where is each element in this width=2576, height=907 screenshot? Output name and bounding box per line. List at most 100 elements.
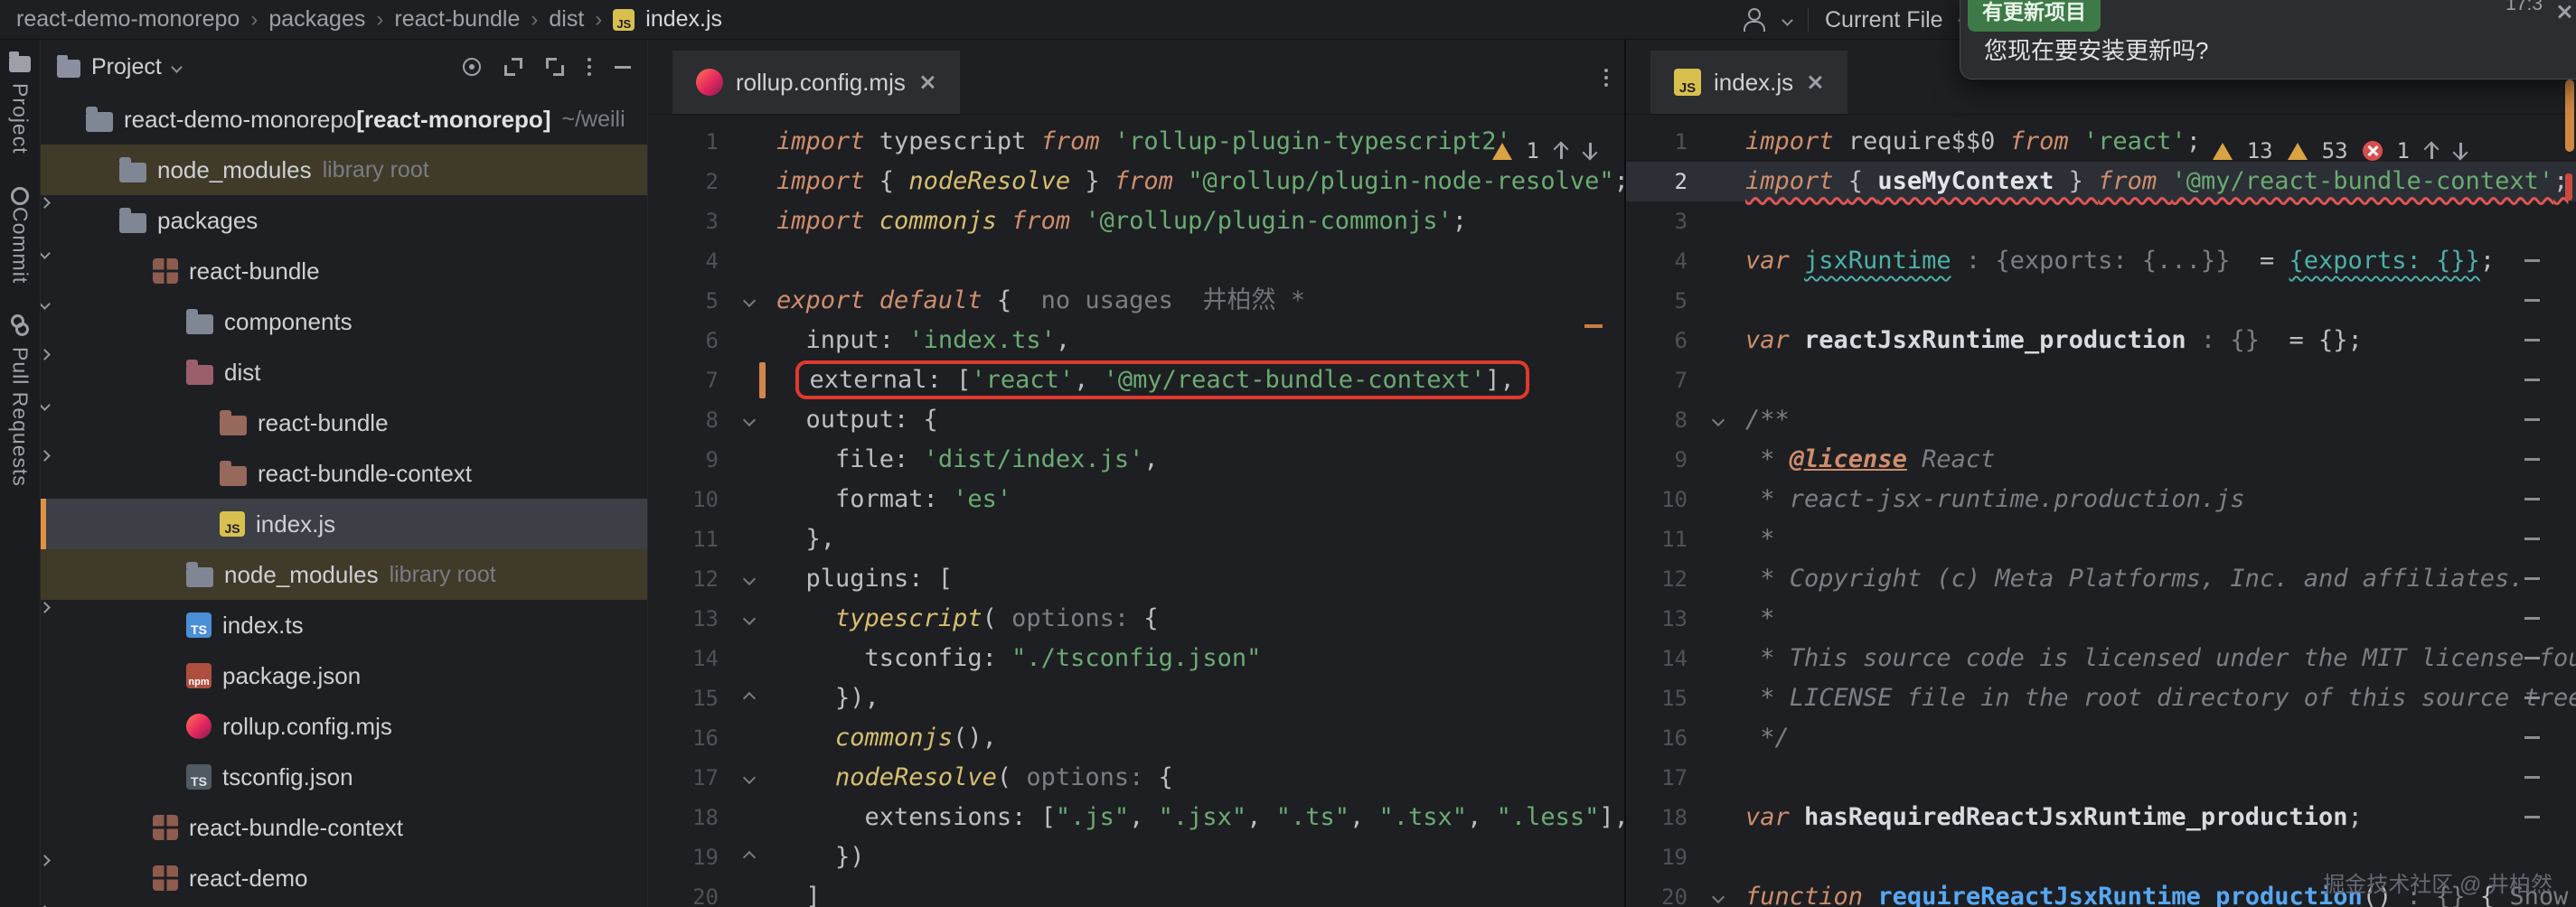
more-options-icon[interactable]: [588, 58, 591, 76]
inspection-widget[interactable]: 13 53 1: [2213, 131, 2468, 171]
code-line-19[interactable]: 19 }): [648, 837, 1624, 877]
code-line-13[interactable]: 13 typescript( options: {: [648, 599, 1624, 639]
close-tab-icon[interactable]: [1806, 73, 1824, 91]
code-line-16[interactable]: 16 */: [1626, 718, 2576, 758]
code-line-3[interactable]: 3import commonjs from '@rollup/plugin-co…: [648, 201, 1624, 241]
code-line-14[interactable]: 14 tsconfig: "./tsconfig.json": [648, 639, 1624, 678]
chevron-down-icon[interactable]: [1782, 14, 1793, 26]
code-line-13[interactable]: 13 *: [1626, 599, 2576, 639]
expand-icon[interactable]: [504, 58, 522, 76]
fold-icon[interactable]: [743, 295, 756, 307]
code-token: hasRequiredReactJsxRuntime_production: [1804, 803, 2347, 831]
code-line-12[interactable]: 12 plugins: [: [648, 559, 1624, 599]
next-problem-icon[interactable]: [1583, 142, 1597, 160]
code-line-3[interactable]: 3: [1626, 201, 2576, 241]
tree-row-tsconfig-json[interactable]: TStsconfig.json: [41, 752, 647, 802]
tree-row-dist[interactable]: dist: [41, 347, 647, 397]
prev-problem-icon[interactable]: [2424, 142, 2439, 160]
chevron-down-icon[interactable]: [171, 61, 183, 73]
panel-title[interactable]: Project: [91, 54, 162, 80]
code-token: : {exports: {...}}: [1951, 247, 2231, 275]
tree-row-packages[interactable]: packages: [41, 195, 647, 246]
code-line-5[interactable]: 5: [1626, 281, 2576, 321]
code-line-1[interactable]: 1import typescript from 'rollup-plugin-t…: [648, 122, 1624, 162]
collaboration-icon[interactable]: [1740, 6, 1767, 33]
code-line-11[interactable]: 11 *: [1626, 519, 2576, 559]
tree-row-node-modules[interactable]: node_moduleslibrary root: [41, 549, 647, 600]
collapse-icon[interactable]: [546, 58, 564, 76]
tab-index-js[interactable]: JS index.js: [1650, 51, 1847, 114]
code-line-8[interactable]: 8 output: {: [648, 400, 1624, 440]
tab-rollup-config[interactable]: rollup.config.mjs: [672, 51, 960, 114]
breadcrumb-item[interactable]: packages: [268, 6, 365, 33]
fold-icon[interactable]: [743, 771, 756, 784]
fold-icon[interactable]: [1712, 891, 1725, 903]
tree-row-package-json[interactable]: npmpackage.json: [41, 650, 647, 701]
code-line-20[interactable]: 20 ]: [648, 877, 1624, 907]
breadcrumb-item[interactable]: dist: [549, 6, 584, 33]
run-configuration-label[interactable]: Current File: [1825, 7, 1943, 33]
editor-right[interactable]: 13 53 1 1import require$$0 from 'react';…: [1626, 115, 2576, 907]
code-line-15[interactable]: 15 * LICENSE file in the root directory …: [1626, 678, 2576, 718]
fold-icon[interactable]: [743, 414, 756, 426]
stripe-item-pull-requests[interactable]: Pull Requests: [8, 314, 33, 487]
stripe-item-project[interactable]: Project: [8, 51, 33, 154]
editor-left[interactable]: 1 1import typescript from 'rollup-plugin…: [648, 115, 1624, 907]
fold-icon[interactable]: [1712, 414, 1725, 426]
breadcrumb-item[interactable]: react-demo-monorepo: [16, 6, 240, 33]
code-line-17[interactable]: 17 nodeResolve( options: {: [648, 758, 1624, 798]
tree-row-react-bundle-context[interactable]: react-bundle-context: [41, 802, 647, 853]
fold-icon[interactable]: [743, 851, 756, 864]
more-tabs-icon[interactable]: [1604, 69, 1608, 87]
code-line-10[interactable]: 10 format: 'es': [648, 480, 1624, 519]
locate-file-icon[interactable]: [463, 58, 481, 76]
hide-panel-icon[interactable]: [615, 66, 631, 69]
code-line-17[interactable]: 17: [1626, 758, 2576, 798]
code-line-2[interactable]: 2import { nodeResolve } from "@rollup/pl…: [648, 162, 1624, 201]
code-line-15[interactable]: 15 }),: [648, 678, 1624, 718]
tree-row-rollup-config-mjs[interactable]: rollup.config.mjs: [41, 701, 647, 752]
project-tool-window: Project react-demo-monorepo [react-monor…: [41, 40, 648, 907]
code-line-7[interactable]: 7 external: ['react', '@my/react-bundle-…: [648, 360, 1624, 400]
code-line-18[interactable]: 18 extensions: [".js", ".jsx", ".ts", ".…: [648, 798, 1624, 837]
code-line-14[interactable]: 14 * This source code is licensed under …: [1626, 639, 2576, 678]
code-line-18[interactable]: 18var hasRequiredReactJsxRuntime_product…: [1626, 798, 2576, 837]
tree-row-react-demo[interactable]: react-demo: [41, 853, 647, 903]
fold-icon[interactable]: [743, 612, 756, 625]
tree-row-react-bundle-context[interactable]: react-bundle-context: [41, 448, 647, 499]
close-tab-icon[interactable]: [918, 73, 936, 91]
tree-row-components[interactable]: components: [41, 296, 647, 347]
breadcrumb-item[interactable]: index.js: [645, 6, 722, 33]
close-notification-icon[interactable]: [2555, 3, 2573, 21]
fold-icon[interactable]: [743, 692, 756, 705]
code-line-6[interactable]: 6 input: 'index.ts',: [648, 321, 1624, 360]
code-line-5[interactable]: 5export default { no usages 井柏然 *: [648, 281, 1624, 321]
stripe-item-commit[interactable]: Commit: [8, 185, 33, 284]
code-token: commonjs: [879, 207, 1011, 235]
code-line-12[interactable]: 12 * Copyright (c) Meta Platforms, Inc. …: [1626, 559, 2576, 599]
tree-row-index-js[interactable]: JSindex.js: [41, 499, 647, 549]
tree-row-node-modules[interactable]: node_moduleslibrary root: [41, 145, 647, 195]
code-line-8[interactable]: 8/**: [1626, 400, 2576, 440]
code-line-9[interactable]: 9 * @license React: [1626, 440, 2576, 480]
tree-row-react-demo-monorepo[interactable]: react-demo-monorepo [react-monorepo]~/we…: [41, 94, 647, 145]
code-line-11[interactable]: 11 },: [648, 519, 1624, 559]
breadcrumb-item[interactable]: react-bundle: [394, 6, 520, 33]
fold-icon[interactable]: [743, 573, 756, 585]
code-line-16[interactable]: 16 commonjs(),: [648, 718, 1624, 758]
code-line-10[interactable]: 10 * react-jsx-runtime.production.js: [1626, 480, 2576, 519]
inspection-widget[interactable]: 1: [1492, 131, 1597, 171]
prev-problem-icon[interactable]: [1554, 142, 1568, 160]
next-problem-icon[interactable]: [2453, 142, 2468, 160]
tree-row-react-bundle[interactable]: react-bundle: [41, 397, 647, 448]
tree-row-react-bundle[interactable]: react-bundle: [41, 246, 647, 296]
code-line-9[interactable]: 9 file: 'dist/index.js',: [648, 440, 1624, 480]
scrollbar-thumb[interactable]: [2565, 79, 2574, 152]
tree-row-index-ts[interactable]: TSindex.ts: [41, 600, 647, 650]
code-line-4[interactable]: 4var jsxRuntime : {exports: {...}} = {ex…: [1626, 241, 2576, 281]
editor-pane-left: rollup.config.mjs 1 1import typescript f…: [648, 40, 1624, 907]
code-token: tsconfig:: [776, 644, 1011, 672]
code-line-7[interactable]: 7: [1626, 360, 2576, 400]
code-line-6[interactable]: 6var reactJsxRuntime_production : {} = {…: [1626, 321, 2576, 360]
code-line-4[interactable]: 4: [648, 241, 1624, 281]
